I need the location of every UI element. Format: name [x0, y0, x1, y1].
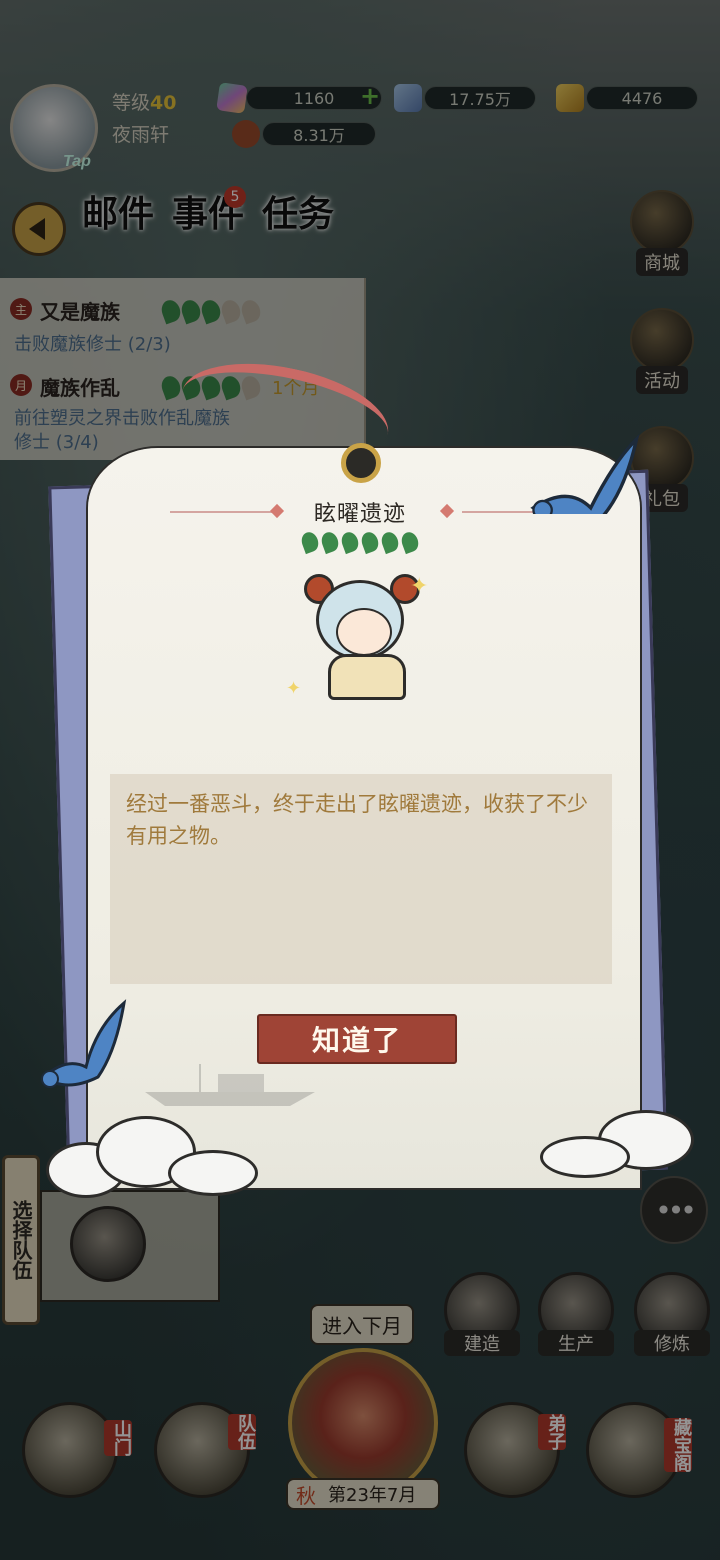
card-hole-decoration	[341, 443, 381, 483]
swallow-decoration	[530, 433, 640, 514]
boat-decoration	[145, 1064, 315, 1106]
dialog-message-box: 经过一番恶斗，终于走出了眩曜遗迹，收获了不少有用之物。	[110, 774, 612, 984]
dialog-message: 经过一番恶斗，终于走出了眩曜遗迹，收获了不少有用之物。	[126, 792, 588, 848]
dialog-difficulty	[299, 529, 421, 555]
sparkle-icon: ✦	[410, 574, 429, 599]
swallow-decoration	[41, 999, 127, 1088]
cloud-decoration	[168, 1150, 258, 1196]
cloud-decoration	[540, 1136, 630, 1178]
sparkle-icon: ✦	[286, 678, 302, 699]
confirm-button[interactable]: 知道了	[257, 1014, 457, 1064]
